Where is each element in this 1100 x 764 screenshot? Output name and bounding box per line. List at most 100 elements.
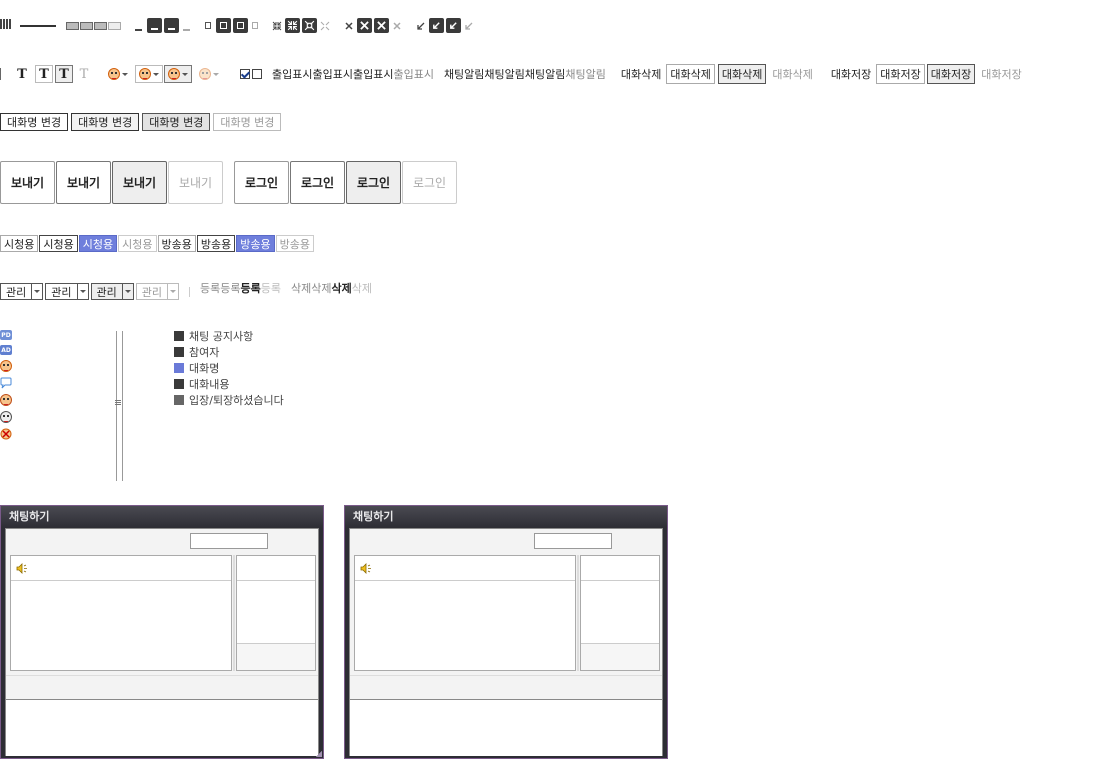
minimize-button[interactable]	[147, 18, 162, 33]
save-chat-button[interactable]: 대화저장	[828, 65, 874, 83]
login-button-disabled: 로그인	[402, 161, 457, 204]
save-chat-button-hover[interactable]: 대화저장	[876, 64, 925, 84]
rename-button[interactable]: 대화명 변경	[0, 113, 69, 131]
participant-list[interactable]	[580, 555, 660, 671]
entry-display-label: 출입표시	[272, 68, 313, 81]
text-style-button-hover[interactable]: T	[35, 65, 53, 83]
emoticon-dropdown-pressed[interactable]	[164, 65, 192, 83]
maximize-icon[interactable]	[205, 22, 211, 29]
rename-button-hover[interactable]: 대화명 변경	[71, 113, 140, 131]
delete-chat-button[interactable]: 대화삭제	[618, 65, 664, 83]
delete-link[interactable]: 삭제	[332, 282, 352, 295]
send-button-disabled: 보내기	[168, 161, 223, 204]
manage-label: 관리	[51, 285, 72, 299]
register-link[interactable]: 등록	[220, 282, 240, 295]
close-icon[interactable]	[344, 21, 354, 31]
message-input[interactable]	[6, 699, 318, 756]
close-button-hover[interactable]	[374, 18, 389, 33]
close-button[interactable]	[357, 18, 372, 33]
text-style-button-pressed[interactable]: T	[55, 65, 73, 83]
chevron-down-icon	[31, 284, 42, 299]
emoticon-dropdown-hover[interactable]	[135, 65, 163, 83]
send-button-pressed[interactable]: 보내기	[112, 161, 167, 204]
maximize-button-hover[interactable]	[233, 18, 248, 33]
manage-dropdown[interactable]: 관리	[0, 283, 44, 300]
entry-display-label: 출입표시	[352, 68, 394, 81]
delete-chat-button-pressed[interactable]: 대화삭제	[717, 64, 767, 84]
legend-label: 대화명	[189, 362, 220, 375]
chevron-down-icon	[182, 72, 188, 76]
legend-label: 입장/퇴장하셨습니다	[189, 394, 284, 407]
popout-icon[interactable]	[416, 21, 426, 31]
divider	[189, 286, 190, 297]
user-icon-column: PD AD	[0, 330, 12, 440]
manage-dropdown-pressed[interactable]: 관리	[90, 283, 134, 300]
blocked-user-icon	[0, 428, 12, 440]
pane-splitter[interactable]	[577, 555, 579, 671]
manage-dropdown-hover[interactable]: 관리	[45, 283, 89, 300]
delete-sprite: 삭제삭제삭제삭제	[291, 280, 372, 296]
checkbox-unchecked[interactable]	[252, 69, 262, 79]
chat-body	[5, 528, 319, 756]
register-sprite: 등록등록등록등록	[200, 280, 281, 296]
big-button-sprites: 보내기 보내기 보내기 보내기 로그인 로그인 로그인 로그인	[0, 161, 458, 204]
emoticon-dropdown-disabled	[196, 65, 222, 83]
resize-grip-icon	[0, 19, 12, 32]
register-link: 등록	[260, 281, 281, 295]
send-button[interactable]: 보내기	[0, 161, 55, 204]
login-button[interactable]: 로그인	[234, 161, 289, 204]
legend-swatch	[174, 331, 184, 341]
restore-button[interactable]	[285, 18, 300, 33]
register-link[interactable]: 등록	[241, 282, 261, 295]
participant-list[interactable]	[236, 555, 316, 671]
divider-line	[20, 24, 56, 27]
message-list[interactable]	[10, 555, 232, 671]
register-link[interactable]: 등록	[200, 282, 220, 295]
rename-button-pressed[interactable]: 대화명 변경	[142, 113, 211, 131]
popout-button[interactable]	[429, 18, 444, 33]
speaker-icon[interactable]	[360, 562, 372, 574]
nickname-input[interactable]	[190, 533, 268, 549]
broadcast-tag-selected[interactable]: 방송용	[236, 235, 275, 252]
save-chat-button-pressed[interactable]: 대화저장	[926, 64, 976, 84]
checkbox-checked[interactable]	[240, 69, 250, 79]
broadcast-tag-hover[interactable]: 방송용	[196, 235, 236, 252]
login-button-hover[interactable]: 로그인	[290, 161, 345, 204]
message-list[interactable]	[354, 555, 576, 671]
chat-toolbar-sprites: T T T T 출입표시출입표시출입표시출입표시 채팅알림채팅알림채팅알림채팅알…	[0, 64, 1025, 84]
smiley-icon	[139, 68, 151, 80]
speaker-icon[interactable]	[16, 562, 28, 574]
restore-icon[interactable]	[272, 21, 282, 31]
broadcast-tag[interactable]: 방송용	[157, 235, 196, 252]
login-button-pressed[interactable]: 로그인	[346, 161, 401, 204]
chevron-down-icon	[122, 72, 128, 76]
close-disabled-icon	[393, 21, 401, 30]
maximize-button[interactable]	[216, 18, 231, 33]
chevron-down-icon	[153, 72, 159, 76]
participant-list-footer	[237, 643, 315, 670]
delete-link[interactable]: 삭제	[311, 282, 331, 295]
chat-toolbar	[350, 675, 662, 700]
send-button-hover[interactable]: 보내기	[56, 161, 111, 204]
minimize-button-hover[interactable]	[164, 18, 179, 33]
popout-button-hover[interactable]	[446, 18, 461, 33]
resize-handle-icon[interactable]	[316, 751, 322, 757]
chat-body	[349, 528, 663, 756]
legend-swatch	[174, 347, 184, 357]
listener-tag-hover[interactable]: 시청용	[39, 235, 78, 252]
minimize-icon[interactable]	[135, 28, 142, 31]
delete-chat-button-hover[interactable]: 대화삭제	[666, 64, 715, 84]
nickname-input[interactable]	[534, 533, 612, 549]
chat-alert-sprite: 채팅알림채팅알림채팅알림채팅알림	[444, 66, 606, 82]
chevron-down-icon	[167, 284, 178, 299]
emoticon-dropdown[interactable]	[105, 65, 131, 83]
listener-tag-selected[interactable]: 시청용	[78, 235, 118, 252]
message-input[interactable]	[350, 699, 662, 756]
restore-button-hover[interactable]	[302, 18, 317, 33]
splitter-grip-icon[interactable]	[113, 400, 123, 410]
pane-splitter[interactable]	[233, 555, 235, 671]
text-style-button[interactable]: T	[13, 65, 31, 83]
smiley-icon	[199, 68, 211, 80]
listener-tag[interactable]: 시청용	[0, 235, 39, 252]
delete-link[interactable]: 삭제	[291, 282, 311, 295]
